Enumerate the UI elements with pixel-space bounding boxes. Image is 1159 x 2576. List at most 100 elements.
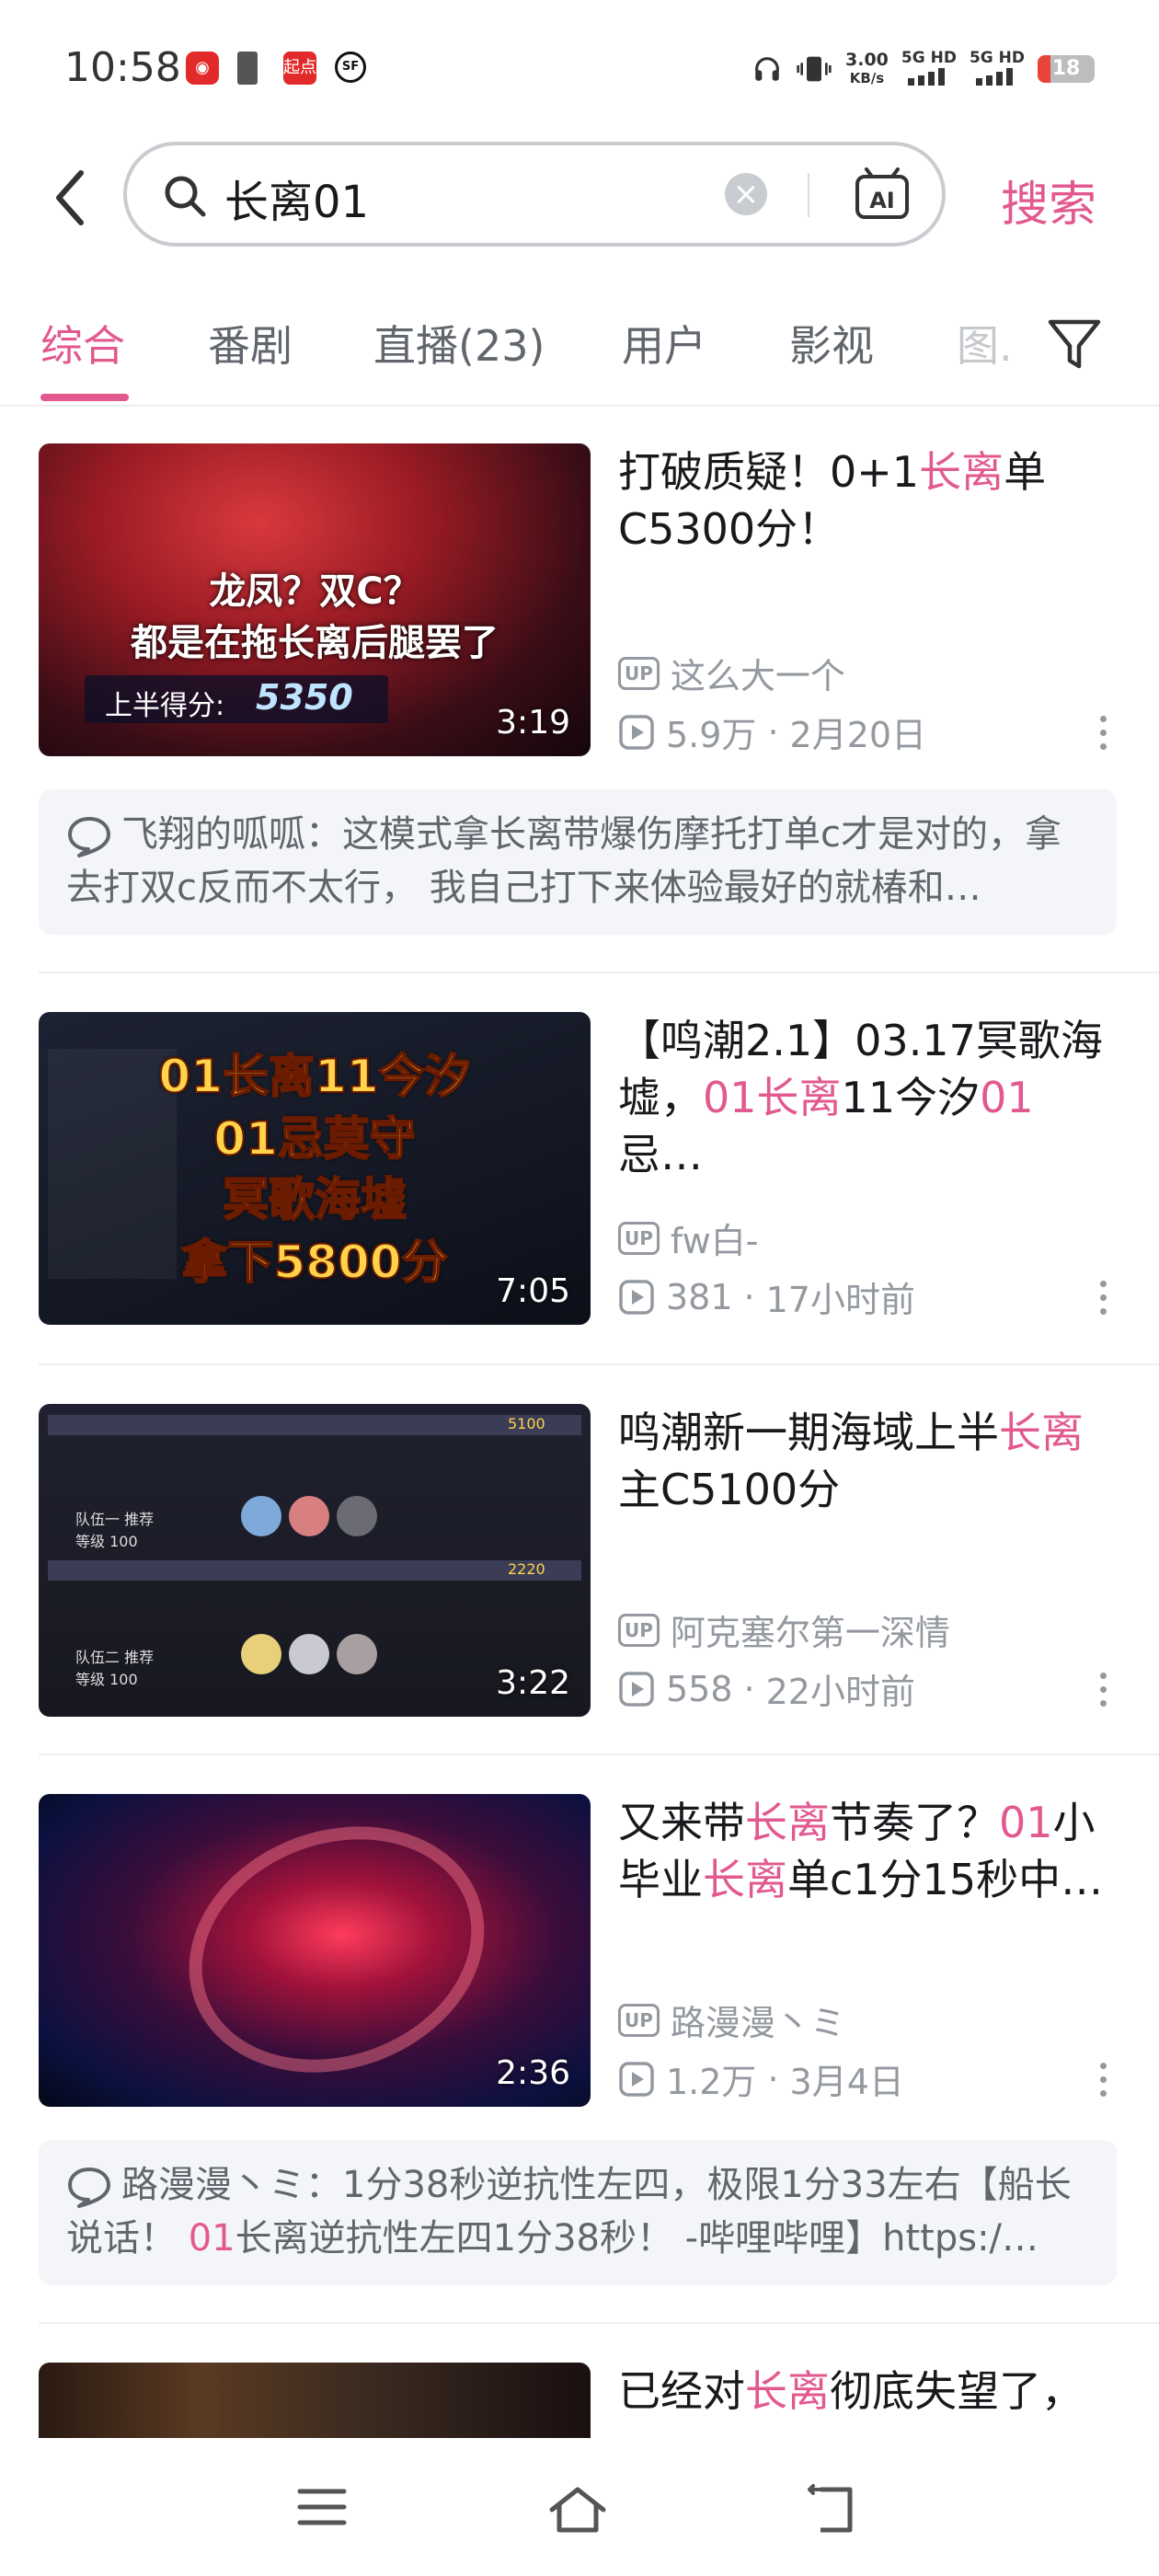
video-result[interactable]: 已经对长离彻底失望了， xyxy=(0,2363,1159,2438)
upload-date: 22小时前 xyxy=(765,1672,915,1712)
more-options-icon[interactable] xyxy=(1100,2063,1109,2104)
video-title[interactable]: 打破质疑！0+1长离单C5300分！ xyxy=(618,443,1115,558)
tab-users[interactable]: 用户 xyxy=(622,313,706,374)
thumb-caption: 冥歌海墟 xyxy=(222,1172,407,1227)
top-comment[interactable]: 飞翔的呱呱：这模式拿长离带爆伤摩托打单c才是对的，拿去打双c反而不太行， 我自己… xyxy=(39,789,1117,935)
thumb-caption: 01长离11今汐 xyxy=(157,1049,471,1104)
video-thumbnail[interactable]: 龙凤？双C？ 都是在拖长离后腿罢了 上半得分: 5350 3:19 xyxy=(39,443,591,756)
filter-icon[interactable] xyxy=(1045,315,1104,374)
more-options-icon[interactable] xyxy=(1100,1281,1109,1322)
uploader-name: 这么大一个 xyxy=(670,656,845,696)
view-count: 5.9万 xyxy=(666,715,757,755)
thumb-caption: 龙凤？双C？ xyxy=(209,570,420,613)
video-thumbnail[interactable]: 5100 队伍一 推荐等级 100 2220 队伍二 推荐等级 100 3:22 xyxy=(39,1404,591,1717)
system-nav-bar xyxy=(0,2438,1159,2576)
back-button[interactable] xyxy=(48,166,94,230)
netease-music-icon: ◉ xyxy=(186,52,219,85)
video-duration: 3:22 xyxy=(496,1664,570,1702)
video-thumbnail[interactable]: 01长离11今汐 01忌莫守 冥歌海墟 拿下5800分 7:05 xyxy=(39,1012,591,1325)
play-count-icon xyxy=(619,714,654,750)
uploader-name: 路漫漫丶ミ xyxy=(670,2003,845,2043)
tab-film[interactable]: 影视 xyxy=(789,313,874,374)
tab-live[interactable]: 直播(23) xyxy=(373,313,545,374)
tab-bar: 综合 番剧 直播(23) 用户 影视 图... xyxy=(0,304,1159,407)
thumb-caption: 01忌莫守 xyxy=(212,1111,417,1167)
divider xyxy=(39,1754,1159,1755)
thumb-avatars xyxy=(241,1496,379,1536)
comment-icon xyxy=(68,817,110,857)
status-time: 10:58 xyxy=(64,44,181,91)
search-icon xyxy=(165,176,206,217)
video-thumbnail[interactable]: 2:36 xyxy=(39,1794,591,2107)
upload-date: 17小时前 xyxy=(765,1280,915,1320)
network-speed: 3.00 KB/s xyxy=(845,50,889,86)
back-icon[interactable] xyxy=(808,2484,863,2536)
video-thumbnail[interactable] xyxy=(39,2363,591,2438)
thumb-swirl xyxy=(154,1794,520,2107)
divider xyxy=(39,2322,1159,2324)
video-title[interactable]: 已经对长离彻底失望了， xyxy=(618,2363,1115,2420)
tab-images[interactable]: 图... xyxy=(957,313,1012,374)
video-title[interactable]: 鸣潮新一期海域上半长离主C5100分 xyxy=(618,1404,1115,1518)
thumb-avatars xyxy=(241,1634,379,1674)
more-options-icon[interactable] xyxy=(1100,716,1109,757)
sf-icon: SF xyxy=(335,52,366,83)
video-title[interactable]: 【鸣潮2.1】03.17冥歌海墟，01长离11今汐01忌… xyxy=(618,1012,1115,1183)
thumb-score-box: 上半得分: 5350 xyxy=(85,675,388,723)
more-options-icon[interactable] xyxy=(1100,1673,1109,1714)
up-badge-icon: UP xyxy=(618,2003,660,2037)
uploader-line[interactable]: UP 路漫漫丶ミ xyxy=(618,1995,845,2045)
search-button[interactable]: 搜索 xyxy=(1001,166,1096,235)
uploader-name: fw白- xyxy=(670,1221,759,1261)
tab-bangumi[interactable]: 番剧 xyxy=(208,313,293,374)
upload-date: 3月4日 xyxy=(789,2062,904,2102)
view-count: 1.2万 xyxy=(666,2062,757,2102)
video-duration: 2:36 xyxy=(496,2054,570,2092)
signal-bars-icon xyxy=(975,67,1013,86)
up-badge-icon: UP xyxy=(618,656,660,690)
stats-line: 381 · 17小时前 xyxy=(618,1271,915,1322)
headphone-icon xyxy=(755,57,779,81)
search-box[interactable]: 长离01 × AI xyxy=(123,142,946,247)
play-count-icon xyxy=(619,1671,654,1707)
ai-icon[interactable]: AI xyxy=(854,167,911,221)
comment-highlight: 01 xyxy=(188,2217,235,2260)
uploader-line[interactable]: UP 这么大一个 xyxy=(618,648,845,698)
chevron-left-icon xyxy=(56,170,84,225)
signal-bars-icon xyxy=(907,67,945,86)
up-badge-icon: UP xyxy=(618,1613,660,1647)
stats-line: 5.9万 · 2月20日 xyxy=(618,707,926,757)
up-badge-icon: UP xyxy=(618,1221,660,1255)
divider xyxy=(39,972,1159,973)
top-comment[interactable]: 路漫漫丶ミ：1分38秒逆抗性左四，极限1分33左右【船长说话！ 01长离逆抗性左… xyxy=(39,2140,1117,2285)
status-bar: 10:58 ◉ 起点 SF 3.00 KB/s 5G HD 5G HD 18 xyxy=(0,0,1159,138)
play-count-icon xyxy=(619,2061,654,2097)
thumb-caption: 都是在拖长离后腿罢了 xyxy=(131,622,499,664)
comment-author: 路漫漫丶ミ： xyxy=(121,2164,342,2206)
search-input[interactable]: 长离01 xyxy=(224,166,369,230)
play-count-icon xyxy=(619,1279,654,1315)
active-tab-indicator xyxy=(40,394,129,401)
stats-line: 558 · 22小时前 xyxy=(618,1663,915,1714)
search-divider xyxy=(808,173,809,217)
comment-author: 飞翔的呱呱： xyxy=(121,813,342,856)
video-duration: 3:19 xyxy=(496,704,570,742)
view-count: 381 xyxy=(666,1276,733,1317)
uploader-line[interactable]: UP fw白- xyxy=(618,1213,758,1263)
tab-general[interactable]: 综合 xyxy=(40,313,125,374)
menu-icon[interactable] xyxy=(296,2484,348,2530)
divider xyxy=(39,1363,1159,1365)
signal-2: 5G HD xyxy=(970,49,1025,90)
vibrate-icon xyxy=(797,56,832,82)
sim-icon xyxy=(237,52,258,85)
view-count: 558 xyxy=(666,1668,733,1709)
uploader-line[interactable]: UP 阿克塞尔第一深情 xyxy=(618,1604,950,1655)
home-icon[interactable] xyxy=(546,2484,609,2536)
stats-line: 1.2万 · 3月4日 xyxy=(618,2053,904,2104)
uploader-name: 阿克塞尔第一深情 xyxy=(670,1613,950,1653)
qidian-icon: 起点 xyxy=(283,52,316,85)
clear-search-button[interactable]: × xyxy=(725,173,767,215)
video-duration: 7:05 xyxy=(496,1272,570,1310)
video-title[interactable]: 又来带长离节奏了？01小毕业长离单c1分15秒中… xyxy=(618,1794,1115,1908)
status-right: 3.00 KB/s 5G HD 5G HD 18 xyxy=(752,46,1095,92)
